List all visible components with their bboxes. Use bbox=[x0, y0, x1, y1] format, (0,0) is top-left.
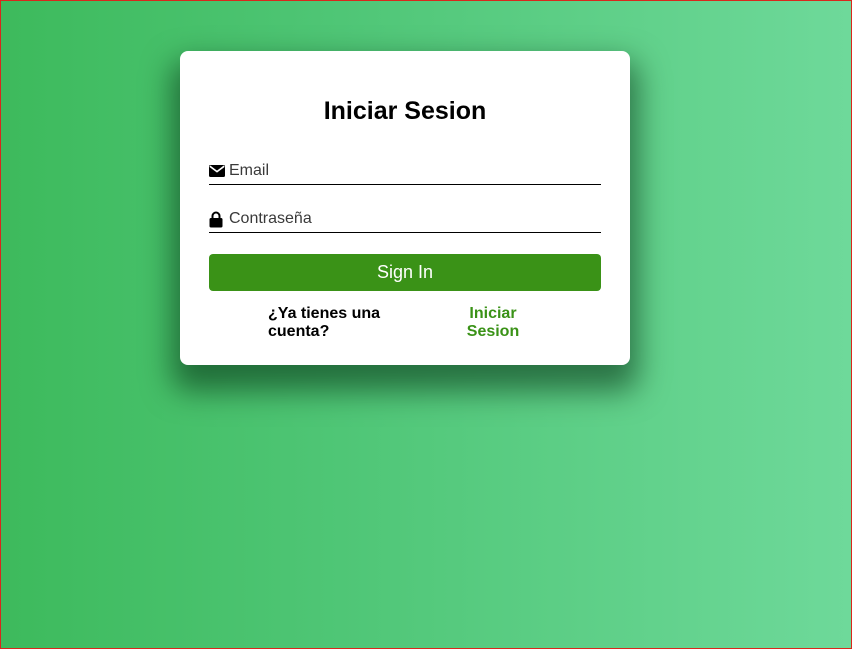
email-input[interactable] bbox=[228, 160, 589, 182]
password-input[interactable] bbox=[228, 208, 589, 230]
login-link[interactable]: Iniciar Sesion bbox=[458, 305, 528, 341]
account-prompt: ¿Ya tienes una cuenta? bbox=[268, 305, 381, 340]
envelope-icon bbox=[209, 161, 228, 181]
email-field[interactable] bbox=[209, 158, 601, 185]
login-card: Iniciar Sesion Sign In ¿Ya tienes una cu… bbox=[180, 51, 630, 365]
sign-in-button[interactable]: Sign In bbox=[209, 254, 601, 291]
password-field[interactable] bbox=[209, 206, 601, 233]
page-title: Iniciar Sesion bbox=[323, 97, 487, 125]
lock-icon bbox=[209, 209, 228, 229]
